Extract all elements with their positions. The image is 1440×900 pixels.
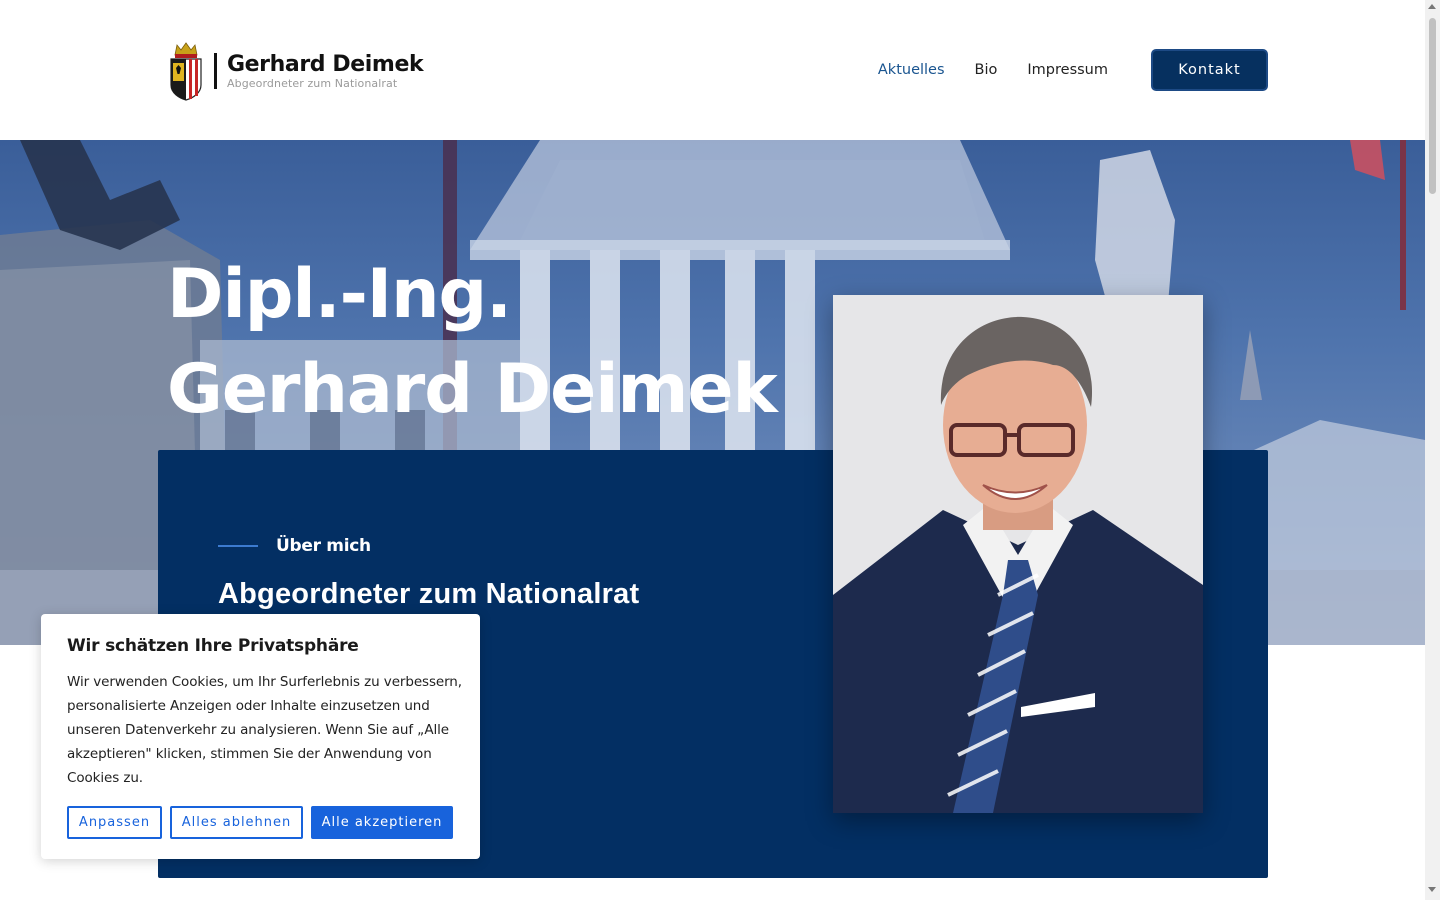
cookie-accept-button[interactable]: Alle akzeptieren [311,806,453,839]
logo-subtitle: Abgeordneter zum Nationalrat [227,77,398,90]
about-title: Abgeordneter zum Nationalrat [218,578,640,610]
site-header: Gerhard Deimek Abgeordneter zum National… [0,0,1425,140]
cookie-description: Wir verwenden Cookies, um Ihr Surferlebn… [67,674,462,786]
coat-of-arms-icon [170,42,202,101]
site-logo[interactable]: Gerhard Deimek Abgeordneter zum National… [169,41,424,101]
logo-name: Gerhard Deimek [227,52,424,77]
portrait-image [833,295,1203,813]
about-accent-line [218,545,258,547]
about-label: Über mich [276,536,371,556]
scroll-down-arrow-icon[interactable] [1428,887,1436,892]
logo-text: Gerhard Deimek Abgeordneter zum National… [227,52,424,90]
main-nav: Aktuelles Bio Impressum Kontakt [878,49,1268,91]
cookie-buttons: Anpassen Alles ablehnen Alle akzeptieren [67,806,453,839]
cookie-consent-banner: Wir schätzen Ihre Privatsphäre Wir verwe… [41,614,480,859]
nav-item-aktuelles[interactable]: Aktuelles [878,49,945,91]
contact-button[interactable]: Kontakt [1151,49,1268,91]
scrollbar-thumb[interactable] [1429,18,1436,194]
page: Gerhard Deimek Abgeordneter zum National… [0,0,1440,900]
cookie-customize-button[interactable]: Anpassen [67,806,162,839]
hero-title-line2: Gerhard Deimek [167,350,778,429]
hero-title: Dipl.-Ing. Gerhard Deimek [167,247,778,437]
cookie-reject-button[interactable]: Alles ablehnen [170,806,303,839]
portrait-photo [833,295,1203,813]
logo-divider [214,53,217,89]
cookie-title: Wir schätzen Ihre Privatsphäre [67,636,359,656]
hero-title-line1: Dipl.-Ing. [167,255,512,334]
page-scrollbar[interactable] [1425,0,1440,900]
nav-item-bio[interactable]: Bio [975,49,998,91]
nav-item-impressum[interactable]: Impressum [1027,49,1108,91]
scroll-up-arrow-icon[interactable] [1428,4,1436,9]
